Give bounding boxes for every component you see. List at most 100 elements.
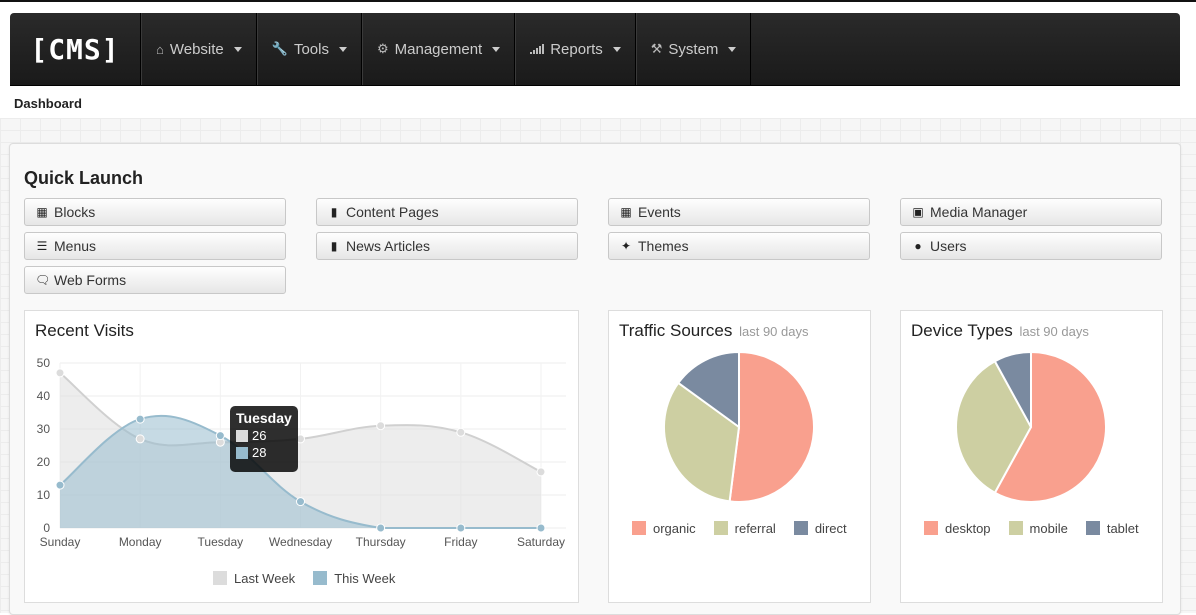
traffic-sources-subtitle: last 90 days: [739, 324, 809, 339]
data-point[interactable]: [135, 414, 145, 424]
media-manager-button[interactable]: ▣ Media Manager: [900, 198, 1162, 226]
device-types-title-text: Device Types: [911, 321, 1013, 340]
blocks-button-label: Blocks: [54, 204, 96, 220]
tooltip-swatch-this-week: [236, 447, 248, 459]
traffic-sources-title: Traffic Sources last 90 days: [619, 321, 808, 341]
x-tick-label: Wednesday: [269, 535, 332, 549]
nav-website-label: Website: [169, 40, 224, 58]
legend-label: mobile: [1029, 521, 1068, 536]
th-large-icon: ▦: [36, 205, 48, 219]
nav-website[interactable]: ⌂ Website: [141, 13, 257, 85]
recent-visits-card: Recent Visits 0 10 20 30 40 50 Sunday Monday Tue…: [24, 310, 579, 603]
magic-icon: ✦: [620, 239, 632, 253]
device-types-pie: [955, 350, 1107, 503]
legend-label: This Week: [334, 571, 396, 586]
data-point[interactable]: [55, 368, 65, 378]
caret-down-icon: [492, 46, 501, 52]
wrench-icon: 🔧: [271, 41, 288, 56]
tooltip-title: Tuesday: [236, 410, 292, 426]
data-point[interactable]: [135, 434, 145, 444]
legend-label: desktop: [945, 521, 991, 536]
legend-swatch: [924, 521, 938, 535]
tooltip-this-week-value: 28: [252, 445, 267, 460]
file-icon: ▮: [330, 205, 338, 219]
caret-down-icon: [728, 46, 737, 52]
traffic-sources-title-text: Traffic Sources: [619, 321, 733, 340]
calendar-icon: ▦: [620, 205, 632, 219]
themes-button[interactable]: ✦ Themes: [608, 232, 870, 260]
home-icon: ⌂: [156, 41, 164, 57]
data-point[interactable]: [376, 421, 386, 431]
legend-item-last-week: Last Week: [213, 571, 295, 586]
caret-down-icon: [612, 46, 621, 52]
menus-button[interactable]: ☰ Menus: [24, 232, 286, 260]
x-tick-label: Tuesday: [198, 535, 244, 549]
nav-tools[interactable]: 🔧 Tools: [256, 13, 362, 85]
legend-item-organic: organic: [632, 521, 696, 536]
recent-visits-chart: 0 10 20 30 40 50 Sunday Monday Tuesday Wednesday T…: [37, 356, 566, 549]
legend-swatch: [632, 521, 646, 535]
recent-visits-legend: Last Week This Week: [213, 571, 395, 586]
nav-reports-label: Reports: [550, 40, 603, 58]
nav-management-label: Management: [394, 40, 483, 58]
blocks-button[interactable]: ▦ Blocks: [24, 198, 286, 226]
traffic-sources-card: Traffic Sources last 90 days organic ref…: [608, 310, 871, 603]
y-tick-label: 30: [37, 422, 51, 436]
device-types-legend: desktop mobile tablet: [924, 521, 1139, 536]
x-tick-label: Thursday: [356, 535, 406, 549]
legend-label: organic: [653, 521, 696, 536]
top-strip: [0, 0, 1196, 2]
web-forms-button-label: Web Forms: [54, 272, 127, 288]
legend-swatch: [793, 521, 808, 535]
content-pages-button-label: Content Pages: [346, 204, 439, 220]
y-tick-label: 0: [43, 521, 50, 535]
cogs-icon: ⚙: [377, 41, 389, 56]
nav-system-label: System: [668, 40, 719, 58]
data-point[interactable]: [296, 497, 305, 507]
data-point[interactable]: [536, 523, 546, 533]
gavel-icon: ⚒: [650, 41, 663, 56]
comments-icon: 🗨: [35, 273, 51, 287]
media-manager-button-label: Media Manager: [930, 204, 1028, 220]
book-icon: ▮: [330, 239, 338, 253]
quick-launch-title: Quick Launch: [24, 168, 144, 188]
x-tick-label: Sunday: [40, 535, 81, 549]
nav-system[interactable]: ⚒ System: [635, 13, 752, 85]
brand-logo[interactable]: [CMS]: [10, 13, 141, 85]
news-articles-button-label: News Articles: [346, 238, 431, 254]
data-point[interactable]: [55, 480, 65, 490]
legend-swatch: [1008, 521, 1023, 535]
legend-item-desktop: desktop: [924, 521, 991, 536]
nav-management[interactable]: ⚙ Management: [362, 13, 516, 85]
legend-item-direct: direct: [793, 521, 847, 536]
events-button[interactable]: ▦ Events: [608, 198, 870, 226]
legend-label: tablet: [1106, 521, 1139, 536]
content-pages-button[interactable]: ▮ Content Pages: [316, 198, 578, 226]
data-point[interactable]: [456, 523, 466, 533]
data-point[interactable]: [215, 431, 225, 441]
legend-item-referral: referral: [713, 521, 776, 536]
caret-down-icon: [233, 46, 242, 52]
data-point[interactable]: [536, 467, 546, 477]
pie-slice-organic[interactable]: [728, 350, 815, 503]
traffic-sources-pie: [663, 350, 815, 503]
nav-tools-label: Tools: [293, 40, 329, 58]
news-articles-button[interactable]: ▮ News Articles: [316, 232, 578, 260]
y-tick-label: 50: [37, 356, 51, 370]
legend-item-this-week: This Week: [313, 571, 395, 586]
tooltip-last-week-value: 26: [252, 428, 267, 443]
nav-reports[interactable]: Reports: [515, 13, 636, 85]
themes-button-label: Themes: [638, 238, 689, 254]
legend-swatch: [313, 571, 328, 585]
x-tick-label: Monday: [119, 535, 162, 549]
users-button-label: Users: [930, 238, 967, 254]
chart-tooltip: Tuesday 26 28: [230, 406, 298, 472]
data-point[interactable]: [376, 523, 386, 533]
users-button[interactable]: ● Users: [900, 232, 1162, 260]
legend-label: direct: [814, 521, 847, 536]
breadcrumb: Dashboard: [14, 96, 82, 111]
web-forms-button[interactable]: 🗨 Web Forms: [24, 266, 286, 294]
legend-swatch: [213, 571, 227, 585]
data-point[interactable]: [456, 427, 466, 437]
legend-swatch: [1085, 521, 1100, 535]
